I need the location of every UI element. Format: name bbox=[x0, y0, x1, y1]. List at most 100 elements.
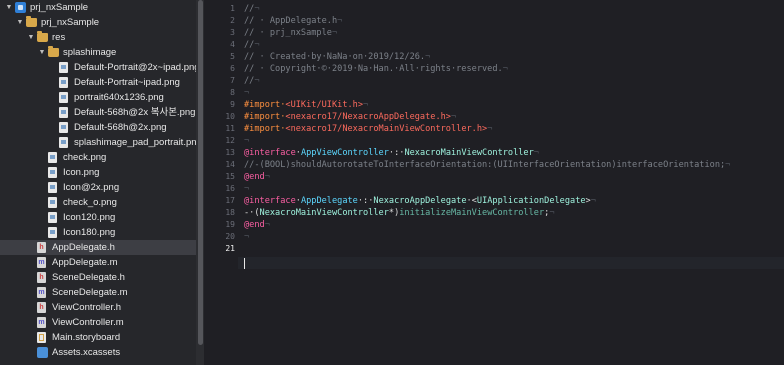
text-cursor bbox=[244, 258, 245, 269]
navigator-item-label: AppDelegate.m bbox=[52, 257, 118, 268]
navigator-item[interactable]: Default-Portrait~ipad.png bbox=[0, 75, 196, 90]
asset-catalog-icon bbox=[37, 347, 48, 358]
navigator-item[interactable]: Icon.png bbox=[0, 165, 196, 180]
navigator-item-label: SceneDelegate.h bbox=[52, 272, 125, 283]
navigator-item[interactable]: ▼ prj_nxSample bbox=[0, 15, 196, 30]
code-line[interactable]: ¬ bbox=[244, 87, 249, 99]
line-number: 17 bbox=[225, 196, 235, 205]
code-line[interactable]: @end¬ bbox=[244, 219, 270, 231]
line-number: 5 bbox=[230, 52, 235, 61]
disclosure-triangle-icon[interactable]: ▼ bbox=[4, 0, 14, 15]
navigator-item[interactable]: m AppDelegate.m bbox=[0, 255, 196, 270]
navigator-item[interactable]: Assets.xcassets bbox=[0, 345, 196, 360]
storyboard-icon bbox=[37, 332, 46, 343]
navigator-item[interactable]: Icon180.png bbox=[0, 225, 196, 240]
code-line[interactable]: #import·<nexacro17/NexacroMainViewContro… bbox=[244, 123, 492, 135]
code-line[interactable]: // · Created·by·NaNa·on·2019/12/26.¬ bbox=[244, 51, 430, 63]
navigator-item-label: Default-568h@2x 복사본.png bbox=[74, 107, 196, 118]
navigator-item[interactable]: Main.storyboard bbox=[0, 330, 196, 345]
folder-icon bbox=[26, 16, 37, 27]
navigator-item[interactable]: check_o.png bbox=[0, 195, 196, 210]
code-line[interactable]: // · AppDelegate.h¬ bbox=[244, 15, 342, 27]
line-number: 15 bbox=[225, 172, 235, 181]
code-line[interactable]: #import·<nexacro17/NexacroAppDelegate.h>… bbox=[244, 111, 456, 123]
code-line[interactable]: //¬ bbox=[244, 3, 260, 15]
code-token: // · prj_nxSample bbox=[244, 28, 332, 38]
navigator-item-label: ViewController.m bbox=[52, 317, 124, 328]
code-token: #import· bbox=[244, 100, 286, 110]
code-line[interactable]: //¬ bbox=[244, 39, 260, 51]
invisible-char: ¬ bbox=[244, 136, 250, 146]
invisible-char: ¬ bbox=[502, 64, 508, 74]
implementation-file-icon: m bbox=[37, 257, 46, 268]
code-line[interactable]: ¬ bbox=[244, 231, 249, 243]
invisible-char: ¬ bbox=[549, 208, 555, 218]
navigator-item-label: AppDelegate.h bbox=[52, 242, 115, 253]
disclosure-triangle-icon[interactable]: ▼ bbox=[15, 15, 25, 30]
code-line[interactable]: ¬ bbox=[244, 135, 249, 147]
invisible-char: ¬ bbox=[254, 40, 260, 50]
code-line[interactable]: ¬ bbox=[244, 183, 249, 195]
line-number: 11 bbox=[225, 124, 235, 133]
code-line[interactable]: //¬ bbox=[244, 75, 260, 87]
code-token: UIApplicationDelegate bbox=[476, 196, 586, 206]
navigator-item-label: Assets.xcassets bbox=[52, 347, 121, 358]
code-token: <UIKit/UIKit.h> bbox=[285, 100, 364, 110]
line-number: 8 bbox=[230, 88, 235, 97]
navigator-scrollbar[interactable] bbox=[198, 0, 203, 345]
invisible-char: ¬ bbox=[487, 124, 493, 134]
navigator-item-label: prj_nxSample bbox=[30, 2, 89, 13]
invisible-char: ¬ bbox=[331, 28, 338, 38]
code-line[interactable]: #import·<UIKit/UIKit.h>¬ bbox=[244, 99, 368, 111]
navigator-item[interactable]: Default-568h@2x 복사본.png bbox=[0, 105, 196, 120]
xcode-window: ▼ prj_nxSample ▼ prj_nxSample ▼ res ▼ splashima… bbox=[0, 0, 784, 365]
navigator-item[interactable]: Default-568h@2x.png bbox=[0, 120, 196, 135]
image-file-icon bbox=[48, 167, 57, 178]
code-token: @end bbox=[244, 220, 265, 230]
navigator-item[interactable]: check.png bbox=[0, 150, 196, 165]
image-file-icon bbox=[59, 62, 68, 73]
code-line[interactable]: @interface·AppViewController·:·NexacroMa… bbox=[244, 147, 539, 159]
code-line[interactable]: //-(BOOL)shouldAutorotateToInterfaceOrie… bbox=[244, 159, 730, 171]
invisible-char: ¬ bbox=[425, 52, 431, 62]
navigator-item[interactable]: m ViewController.m bbox=[0, 315, 196, 330]
code-line[interactable]: @end¬ bbox=[244, 171, 270, 183]
line-number: 12 bbox=[225, 136, 235, 145]
code-line[interactable]: // · prj_nxSample¬ bbox=[244, 27, 337, 39]
navigator-item[interactable]: portrait640x1236.png bbox=[0, 90, 196, 105]
code-token: -·( bbox=[244, 208, 260, 218]
code-line[interactable]: // · Copyright·©·2019·Na·Han.·All·rights… bbox=[244, 63, 508, 75]
code-line[interactable]: -·(NexacroMainViewController*)initialize… bbox=[244, 207, 555, 219]
navigator-item[interactable]: h ViewController.h bbox=[0, 300, 196, 315]
source-editor[interactable]: 1 2 3 4 5 6 7 8 9 10 11 12 13 14 15 16 17 18 19 20 21 //¬// … bbox=[204, 0, 784, 365]
line-number: 21 bbox=[225, 244, 235, 253]
code-token: *) bbox=[388, 208, 400, 218]
image-file-icon bbox=[59, 137, 68, 148]
navigator-item[interactable]: Icon@2x.png bbox=[0, 180, 196, 195]
invisible-char: ¬ bbox=[363, 100, 369, 110]
navigator-item[interactable]: Default-Portrait@2x~ipad.png bbox=[0, 60, 196, 75]
line-number: 4 bbox=[230, 40, 235, 49]
code-line[interactable]: @interface·AppDelegate·:·NexacroAppDeleg… bbox=[244, 195, 596, 207]
navigator-item[interactable]: ▼ splashimage bbox=[0, 45, 196, 60]
navigator-item[interactable]: splashimage_pad_portrait.png bbox=[0, 135, 196, 150]
navigator-item[interactable]: h AppDelegate.h bbox=[0, 240, 196, 255]
navigator-item[interactable]: m SceneDelegate.m bbox=[0, 285, 196, 300]
invisible-char: ¬ bbox=[244, 88, 250, 98]
image-file-icon bbox=[48, 197, 57, 208]
invisible-char: ¬ bbox=[244, 184, 250, 194]
invisible-char: ¬ bbox=[533, 148, 539, 158]
code-token: <nexacro17/NexacroAppDelegate.h> bbox=[285, 112, 451, 122]
header-file-icon: h bbox=[37, 272, 46, 283]
navigator-item[interactable]: ▼ prj_nxSample bbox=[0, 0, 196, 15]
disclosure-triangle-icon[interactable]: ▼ bbox=[26, 30, 36, 45]
image-file-icon bbox=[59, 107, 68, 118]
code-token: AppViewController bbox=[300, 148, 389, 158]
navigator-item[interactable]: Icon120.png bbox=[0, 210, 196, 225]
navigator-item-label: prj_nxSample bbox=[41, 17, 100, 28]
code-token: // · Created·by·NaNa·on·2019/12/26. bbox=[244, 52, 426, 62]
code-token: ·:· bbox=[388, 148, 405, 158]
navigator-item[interactable]: ▼ res bbox=[0, 30, 196, 45]
disclosure-triangle-icon[interactable]: ▼ bbox=[37, 45, 47, 60]
navigator-item[interactable]: h SceneDelegate.h bbox=[0, 270, 196, 285]
